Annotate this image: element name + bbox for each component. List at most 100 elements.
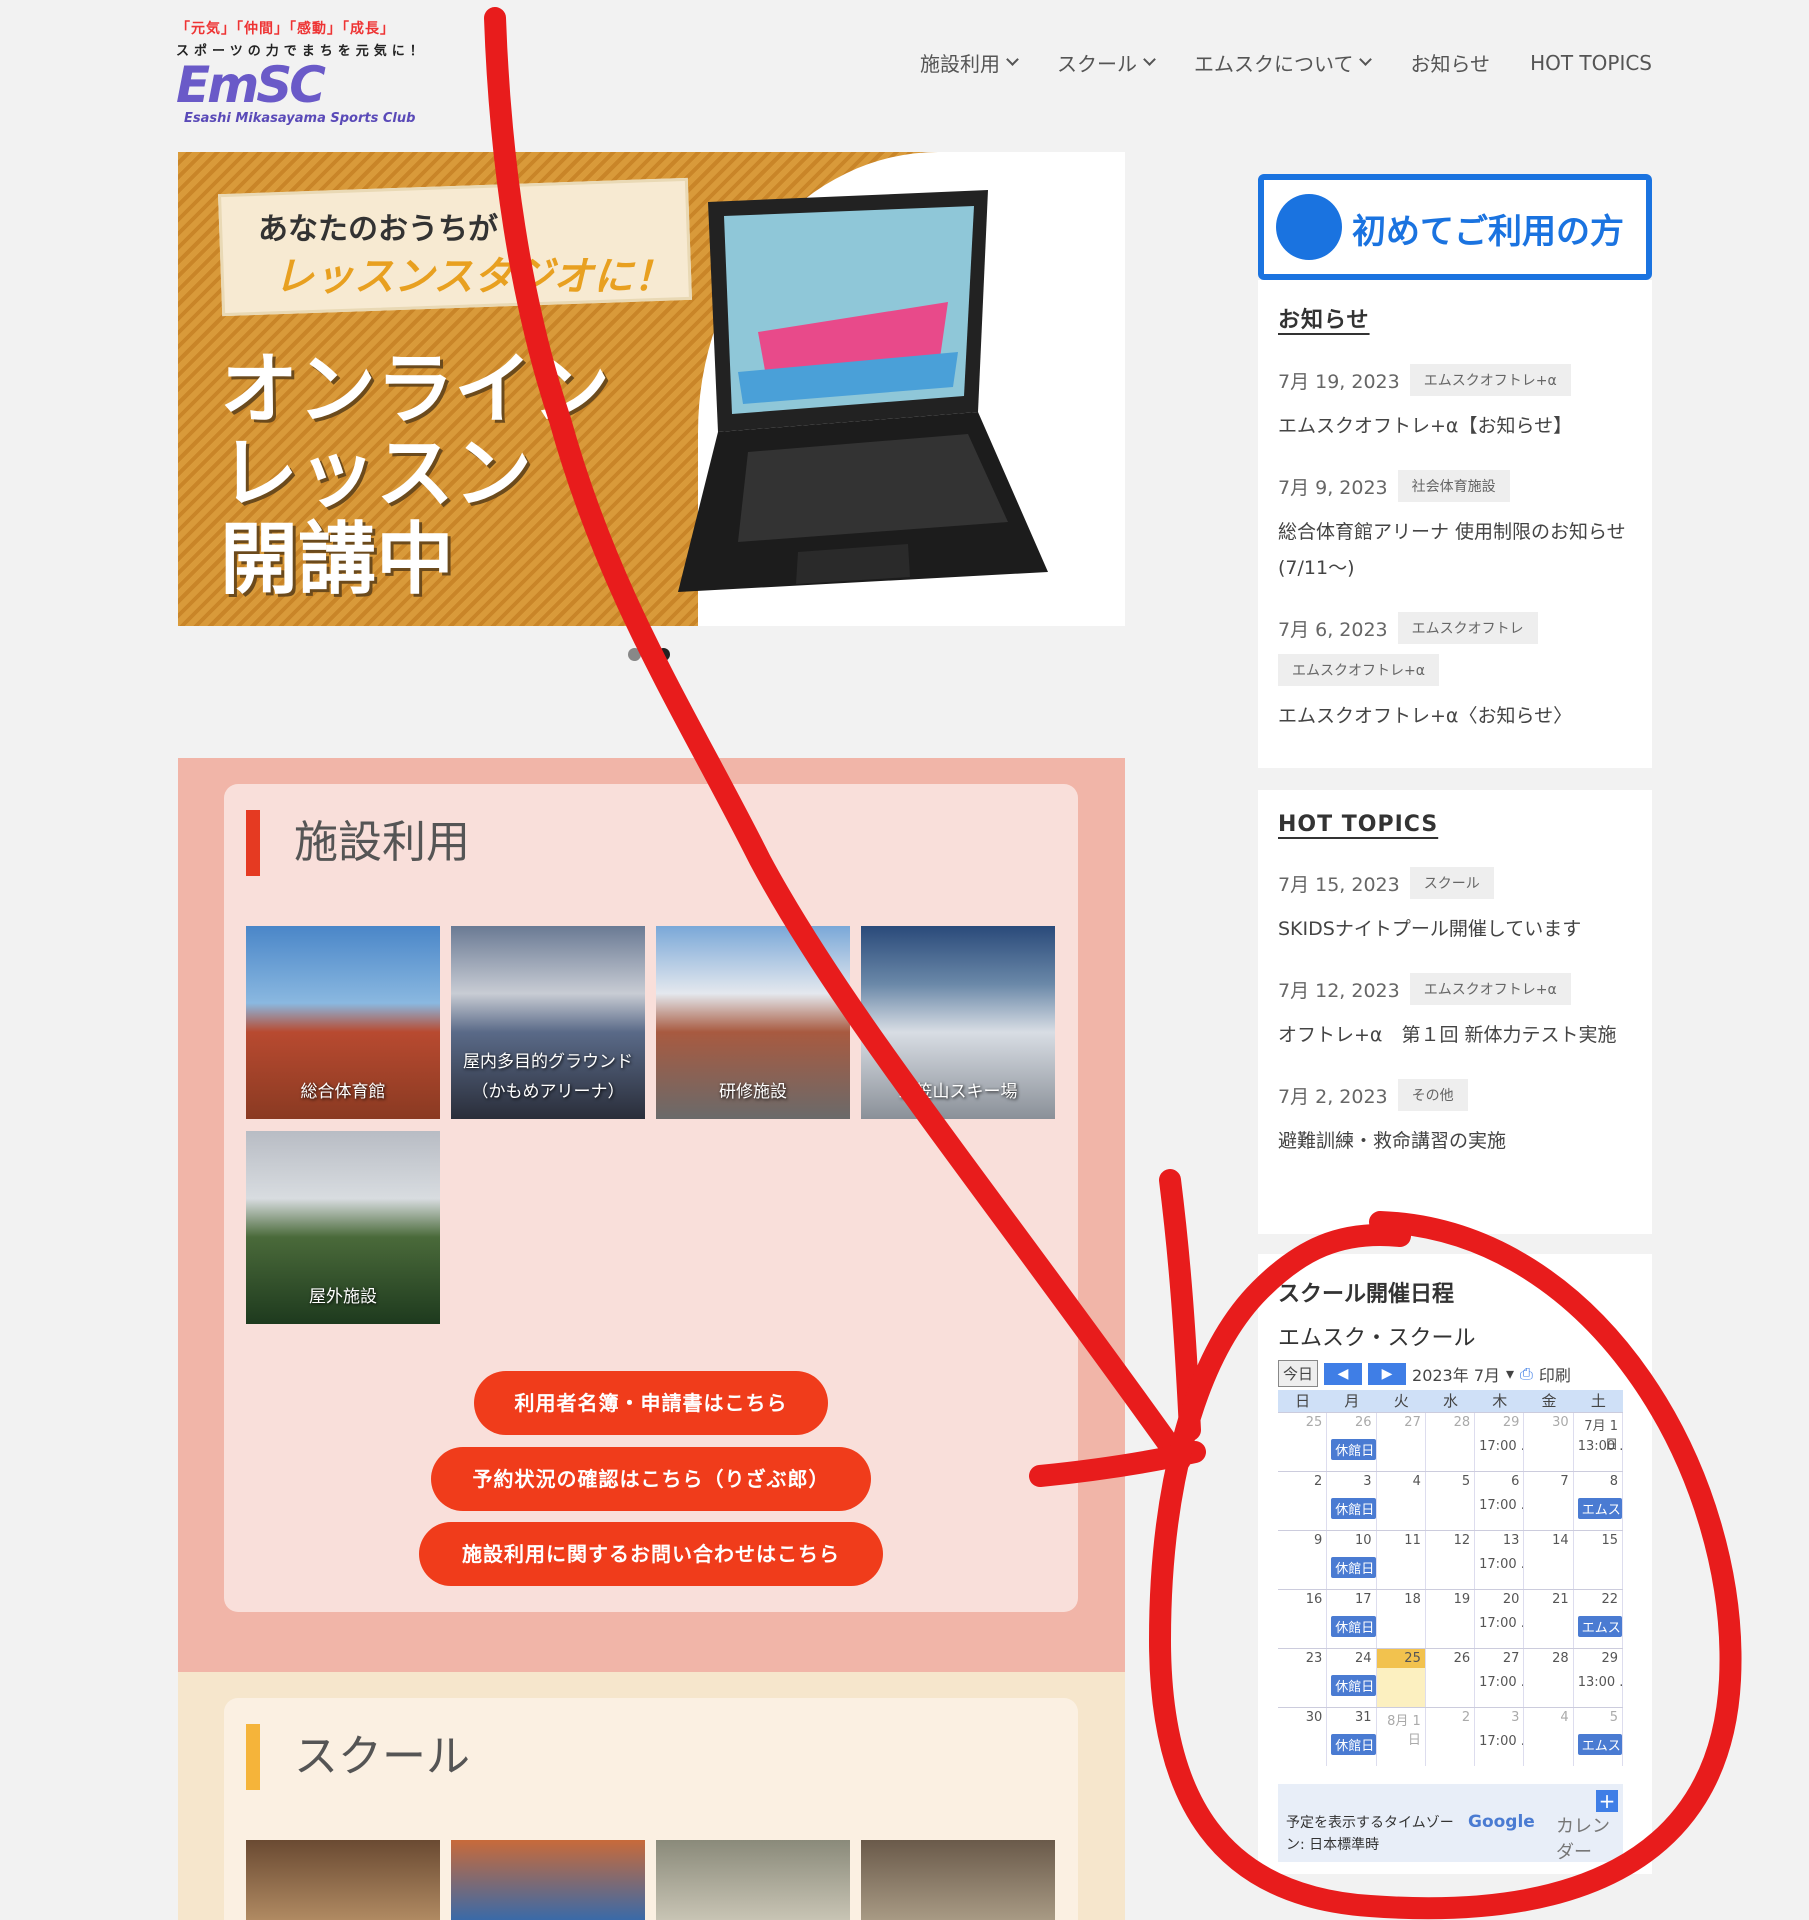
school-thumb-3[interactable]	[656, 1840, 850, 1920]
post-tag[interactable]: エムスクオフトレ+α	[1278, 654, 1439, 686]
calendar-event[interactable]: 17:00 ...	[1479, 1498, 1523, 1513]
school-thumb-4[interactable]	[861, 1840, 1055, 1920]
nav-item-hot-topics[interactable]: HOT TOPICS	[1530, 48, 1652, 77]
calendar-day[interactable]: 27	[1376, 1413, 1426, 1471]
calendar-day[interactable]: 25	[1278, 1413, 1328, 1471]
calendar-day[interactable]: 13 17:00 ...	[1475, 1531, 1525, 1589]
calendar-day[interactable]: 20 17:00 ...	[1475, 1590, 1525, 1648]
calendar-event[interactable]: 休館日	[1331, 1498, 1376, 1519]
calendar-day[interactable]: 12	[1425, 1531, 1476, 1589]
first-time-user-button[interactable]: 初めてご利用の方	[1258, 174, 1652, 280]
post-title[interactable]: エムスクオフトレ+α〈お知らせ〉	[1278, 698, 1632, 734]
calendar-day[interactable]: 4	[1524, 1708, 1574, 1766]
slider-dot[interactable]	[628, 648, 641, 661]
calendar-day[interactable]: 7	[1524, 1472, 1574, 1530]
calendar-event[interactable]: 休館日	[1331, 1439, 1376, 1460]
calendar-day[interactable]: 27 17:00 ...	[1475, 1649, 1525, 1707]
reservation-status-button[interactable]: 予約状況の確認はこちら（りざぶ郎）	[431, 1447, 871, 1511]
calendar-event[interactable]: 休館日	[1331, 1675, 1376, 1696]
calendar-day[interactable]: 18	[1376, 1590, 1426, 1648]
facility-thumb-ski[interactable]: 三笠山スキー場	[861, 926, 1055, 1119]
hero-slide[interactable]: あなたのおうちが レッスンスタジオに！ オンライン レッスン 開講中	[178, 152, 1125, 626]
post-title[interactable]: 避難訓練・救命講習の実施	[1278, 1123, 1632, 1159]
calendar-day[interactable]: 3 17:00 ...	[1475, 1708, 1525, 1766]
post-tag[interactable]: エムスクオフトレ+α	[1409, 364, 1571, 396]
calendar-day[interactable]: 16	[1278, 1590, 1328, 1648]
post-tag[interactable]: 社会体育施設	[1397, 470, 1510, 502]
facility-thumb-training[interactable]: 研修施設	[656, 926, 850, 1119]
calendar-event[interactable]: 休館日	[1331, 1557, 1376, 1578]
post-title[interactable]: 総合体育館アリーナ 使用制限のお知らせ(7/11〜)	[1278, 514, 1632, 586]
calendar-day[interactable]: 2	[1278, 1472, 1328, 1530]
calendar-event[interactable]: エムス	[1577, 1498, 1622, 1519]
facility-thumb-arena[interactable]: 屋内多目的グラウンド（かもめアリーナ）	[451, 926, 645, 1119]
post-tag[interactable]: エムスクオフトレ+α	[1409, 973, 1571, 1005]
calendar-event[interactable]: 17:00 ...	[1479, 1616, 1523, 1631]
calendar-day[interactable]: 28	[1524, 1649, 1574, 1707]
calendar-day[interactable]: 28	[1425, 1413, 1476, 1471]
calendar-day[interactable]: 8月 1日	[1376, 1708, 1426, 1766]
calendar-day[interactable]: 2	[1425, 1708, 1476, 1766]
calendar-event[interactable]: 17:00 ...	[1479, 1675, 1523, 1690]
calendar-day[interactable]: 17 休館日	[1327, 1590, 1377, 1648]
calendar-day[interactable]: 4	[1376, 1472, 1426, 1530]
school-thumb-2[interactable]	[451, 1840, 645, 1920]
calendar-event[interactable]: 17:00 ...	[1479, 1734, 1523, 1749]
calendar-day[interactable]: 19	[1425, 1590, 1476, 1648]
calendar-event[interactable]: 17:00 ...	[1479, 1439, 1523, 1454]
calendar-day[interactable]: 29 13:00 ...	[1573, 1649, 1623, 1707]
calendar-event[interactable]: 休館日	[1331, 1616, 1376, 1637]
month-dropdown-icon[interactable]: ▾	[1506, 1364, 1514, 1383]
calendar-day[interactable]: 8 エムス	[1573, 1472, 1623, 1530]
school-thumb-1[interactable]	[246, 1840, 440, 1920]
calendar-day[interactable]: 9	[1278, 1531, 1328, 1589]
facility-thumb-outdoor[interactable]: 屋外施設	[246, 1131, 440, 1324]
calendar-day[interactable]: 6 17:00 ...	[1475, 1472, 1525, 1530]
calendar-day[interactable]: 5 エムス	[1573, 1708, 1623, 1766]
calendar-event[interactable]: エムス	[1577, 1616, 1622, 1637]
applicant-list-button[interactable]: 利用者名簿・申請書はこちら	[474, 1371, 828, 1435]
post-tag[interactable]: スクール	[1409, 867, 1494, 899]
calendar-day[interactable]: 31 休館日	[1327, 1708, 1377, 1766]
calendar-day[interactable]: 30	[1524, 1413, 1574, 1471]
slider-dot-active[interactable]	[657, 648, 670, 661]
post-title[interactable]: エムスクオフトレ+α【お知らせ】	[1278, 408, 1632, 444]
facility-inquiry-button[interactable]: 施設利用に関するお問い合わせはこちら	[419, 1522, 883, 1586]
calendar-link[interactable]: カレンダー	[1556, 1812, 1623, 1864]
post-tag[interactable]: その他	[1397, 1079, 1468, 1111]
calendar-day[interactable]: 26 休館日	[1327, 1413, 1377, 1471]
calendar-day[interactable]: 3 休館日	[1327, 1472, 1377, 1530]
calendar-day[interactable]: 10 休館日	[1327, 1531, 1377, 1589]
facility-thumb-gym[interactable]: 総合体育館	[246, 926, 440, 1119]
calendar-day[interactable]: 26	[1425, 1649, 1476, 1707]
post-tag[interactable]: エムスクオフトレ	[1397, 612, 1538, 644]
calendar-day[interactable]: 23	[1278, 1649, 1328, 1707]
calendar-day-today[interactable]: 25	[1376, 1649, 1426, 1707]
calendar-day[interactable]: 15	[1573, 1531, 1623, 1589]
nav-item-about[interactable]: エムスクについて	[1194, 48, 1373, 77]
calendar-event[interactable]: 13:00 ...	[1578, 1439, 1622, 1454]
google-logo[interactable]: Google	[1468, 1812, 1535, 1832]
calendar-day[interactable]: 21	[1524, 1590, 1574, 1648]
add-calendar-button[interactable]: +	[1596, 1790, 1618, 1812]
calendar-event[interactable]: 17:00 ...	[1479, 1557, 1523, 1572]
print-button[interactable]: 印刷	[1539, 1362, 1571, 1386]
nav-item-facility[interactable]: 施設利用	[920, 48, 1019, 77]
prev-month-button[interactable]: ◀	[1324, 1362, 1363, 1385]
nav-item-school[interactable]: スクール	[1057, 48, 1156, 77]
calendar-event[interactable]: エムス	[1577, 1734, 1622, 1755]
site-logo[interactable]: 「元気」「仲間」「感動」「成長」 スポーツの力でまちを元気に！ EmSCEsas…	[176, 18, 536, 126]
calendar-day[interactable]: 30	[1278, 1708, 1328, 1766]
calendar-event[interactable]: 休館日	[1331, 1734, 1376, 1755]
hot-topics-title[interactable]: HOT TOPICS	[1278, 812, 1632, 837]
calendar-day[interactable]: 24 休館日	[1327, 1649, 1377, 1707]
news-widget-title[interactable]: お知らせ	[1278, 302, 1632, 334]
calendar-day[interactable]: 14	[1524, 1531, 1574, 1589]
next-month-button[interactable]: ▶	[1368, 1362, 1407, 1385]
post-title[interactable]: SKIDSナイトプール開催しています	[1278, 911, 1632, 947]
today-button[interactable]: 今日	[1278, 1360, 1319, 1387]
calendar-day[interactable]: 7月 1日13:00 ...	[1573, 1413, 1623, 1471]
calendar-day[interactable]: 5	[1425, 1472, 1476, 1530]
calendar-day[interactable]: 29 17:00 ...	[1475, 1413, 1525, 1471]
calendar-day[interactable]: 22 エムス	[1573, 1590, 1623, 1648]
